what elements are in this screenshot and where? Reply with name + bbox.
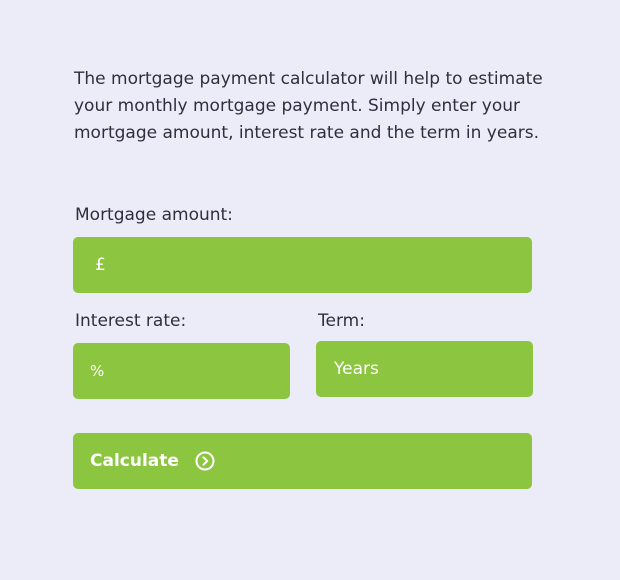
mortgage-amount-field[interactable]: £ xyxy=(73,237,532,293)
pound-sign: £ xyxy=(95,255,106,275)
interest-rate-label: Interest rate: xyxy=(75,311,187,331)
calculate-button[interactable]: Calculate xyxy=(73,433,532,489)
mortgage-amount-label: Mortgage amount: xyxy=(75,205,233,225)
interest-rate-field[interactable]: % xyxy=(73,343,290,399)
term-label: Term: xyxy=(318,311,365,331)
mortgage-amount-input[interactable] xyxy=(115,255,532,275)
interest-rate-input[interactable] xyxy=(114,361,290,381)
term-field[interactable] xyxy=(316,341,533,397)
term-input[interactable] xyxy=(334,359,533,379)
intro-text: The mortgage payment calculator will hel… xyxy=(74,69,543,143)
calculate-label: Calculate xyxy=(90,451,179,471)
chevron-right-circle-icon xyxy=(195,451,215,471)
percent-sign: % xyxy=(90,362,105,380)
